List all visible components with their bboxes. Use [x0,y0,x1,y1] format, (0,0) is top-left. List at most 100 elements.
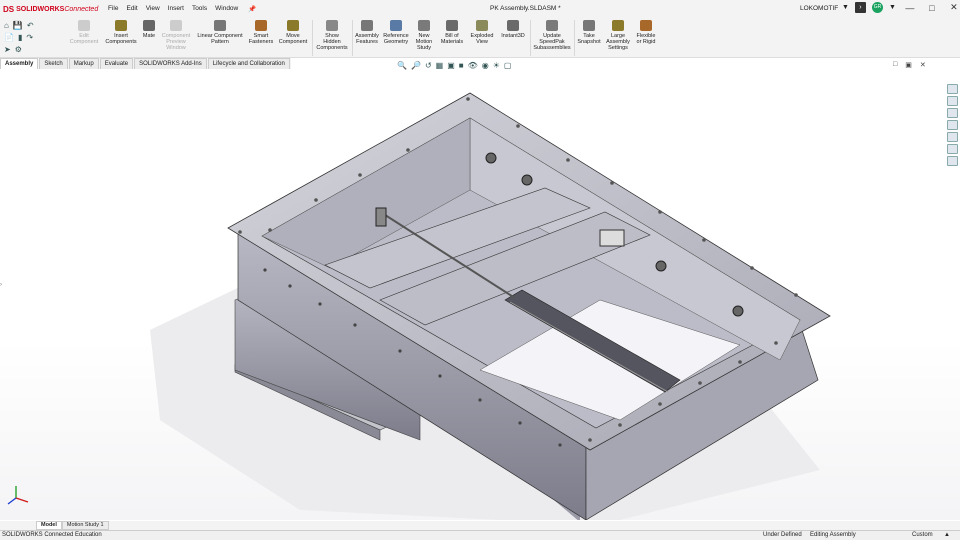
edit-appearance-icon[interactable]: ◉ [482,61,489,70]
bearing-2[interactable] [521,174,533,186]
previous-view-icon[interactable]: ↺ [425,61,432,70]
menu-bar: File Edit View Insert Tools Window 📌 [104,5,260,13]
show-hidden-icon [326,20,338,31]
tab-addins[interactable]: SOLIDWORKS Add-Ins [134,58,207,69]
titlebar-controls: ▼ › GR ▼ — □ ✕ [842,2,960,13]
design-library-icon[interactable] [947,96,958,106]
save-icon[interactable]: 💾 [13,21,23,30]
show-hidden-button[interactable]: Show Hidden Components [314,20,350,51]
component-preview-button[interactable]: Component Preview Window [160,20,192,51]
tab-sketch[interactable]: Sketch [39,58,68,69]
assembly-features-button[interactable]: Assembly Features [353,20,381,45]
home-icon[interactable]: ⌂ [4,21,9,30]
user-name[interactable]: LOKOMOTIF [800,5,838,12]
move-component-icon [287,20,299,31]
linear-pattern-button[interactable]: Linear Component Pattern [194,20,246,45]
maximize-icon[interactable]: □ [924,3,940,13]
print-icon[interactable]: ▮ [18,33,22,42]
graphics-area[interactable] [0,70,960,520]
menu-tools[interactable]: Tools [188,5,211,13]
menu-edit[interactable]: Edit [122,5,141,13]
display-style-icon[interactable]: ■ [459,61,464,70]
move-component-label: Move Component [278,33,308,45]
take-snapshot-button[interactable]: Take Snapshot [575,20,603,45]
large-assembly-button[interactable]: Large Assembly Settings [604,20,632,51]
status-product: SOLIDWORKS Connected Education [2,532,102,538]
brand-name: SOLIDWORKS [16,5,65,13]
bearing-4[interactable] [732,305,744,317]
bill-of-materials-button[interactable]: Bill of Materials [438,20,466,45]
mate-label: Mate [142,33,156,39]
tab-motion-study[interactable]: Motion Study 1 [61,521,109,530]
minimize-icon[interactable]: — [902,3,918,13]
terminal-icon[interactable]: › [854,2,866,13]
forum-icon[interactable] [947,156,958,166]
title-bar: DS SOLIDWORKS Connected File Edit View I… [0,0,960,18]
chevron-down-icon[interactable]: ▼ [842,4,849,11]
avatar[interactable]: GR [871,2,883,13]
assembly-features-label: Assembly Features [355,33,379,45]
view-palette-icon[interactable] [947,120,958,130]
bearing-1[interactable] [485,152,497,164]
bill-of-materials-icon [446,20,458,31]
speedpak-button[interactable]: Update SpeedPak Subassemblies [531,20,573,51]
reference-geometry-icon [390,20,402,31]
smart-fasteners-button[interactable]: Smart Fasteners [248,20,274,45]
view-settings-icon[interactable]: ▢ [504,61,512,70]
quick-access-toolbar: ⌂ 💾 ↶ 📄 ▮ ↷ ➤ ⚙ [4,19,64,55]
insert-components-button[interactable]: Insert Components [104,20,138,45]
reference-geometry-button[interactable]: Reference Geometry [382,20,410,45]
solidworks-resources-icon[interactable] [947,84,958,94]
units-arrow-icon[interactable]: ▲ [944,531,950,540]
zoom-fit-icon[interactable]: 🔍 [397,61,407,70]
undo-icon[interactable]: ↶ [27,21,34,30]
units-selector[interactable]: Custom [912,531,933,540]
smart-fasteners-label: Smart Fasteners [248,33,274,45]
menu-insert[interactable]: Insert [164,5,188,13]
viewport-restore-icon[interactable]: □ [893,61,897,69]
options-gear-icon[interactable]: ⚙ [15,45,22,54]
view-orientation-icon[interactable]: ▣ [447,61,455,70]
menu-window[interactable]: Window [211,5,242,13]
close-icon[interactable]: ✕ [946,2,960,13]
heads-up-view-toolbar: 🔍 🔎 ↺ ▦ ▣ ■ 👁 ◉ ☀ ▢ [397,61,511,70]
flexible-rigid-button[interactable]: Flexible or Rigid [634,20,658,45]
tab-lifecycle[interactable]: Lifecycle and Collaboration [207,58,290,69]
tab-assembly[interactable]: Assembly [0,58,39,69]
viewport-close-icon[interactable]: ✕ [920,61,926,69]
motor-bracket[interactable] [599,229,625,247]
menu-file[interactable]: File [104,5,122,13]
rod-bracket[interactable] [375,207,387,227]
pin-icon[interactable]: 📌 [244,5,260,13]
apply-scene-icon[interactable]: ☀ [493,61,500,70]
tab-evaluate[interactable]: Evaluate [99,58,134,69]
new-document-icon[interactable]: 📄 [4,33,14,42]
zoom-area-icon[interactable]: 🔎 [411,61,421,70]
mate-button[interactable]: Mate [140,20,158,39]
appearances-icon[interactable] [947,132,958,142]
instant3d-button[interactable]: Instant3D [498,20,528,39]
custom-properties-icon[interactable] [947,144,958,154]
expand-panel-icon[interactable]: › [0,282,4,294]
instant3d-icon [507,20,519,31]
tab-model[interactable]: Model [36,521,62,530]
large-assembly-label: Large Assembly Settings [606,33,630,51]
redo-icon[interactable]: ↷ [26,33,33,42]
instant3d-label: Instant3D [501,33,525,39]
task-pane [947,84,959,166]
app-logo[interactable]: DS SOLIDWORKS Connected [0,5,100,14]
new-motion-study-button[interactable]: New Motion Study [412,20,436,51]
file-explorer-icon[interactable] [947,108,958,118]
viewport-maximize-icon[interactable]: ▣ [905,61,912,69]
exploded-view-button[interactable]: Exploded View [468,20,496,45]
bearing-3[interactable] [655,260,667,272]
section-view-icon[interactable]: ▦ [436,61,444,70]
move-component-button[interactable]: Move Component [276,20,310,45]
edit-component-button[interactable]: Edit Component [66,20,102,45]
user-menu-chevron-icon[interactable]: ▼ [889,4,896,11]
select-icon[interactable]: ➤ [4,45,11,54]
tab-markup[interactable]: Markup [68,58,99,69]
hide-show-icon[interactable]: 👁 [468,61,478,70]
menu-view[interactable]: View [142,5,164,13]
exploded-view-label: Exploded View [470,33,494,45]
